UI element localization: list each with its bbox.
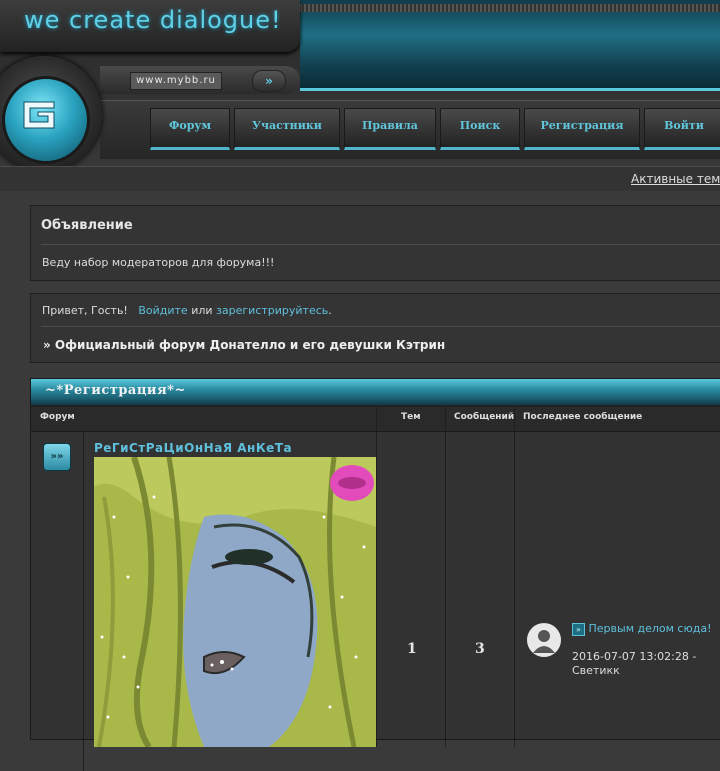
category-header: ~*Регистрация*~ [31, 379, 720, 407]
greeting-panel: Привет, Гость! Войдите или зарегистрируй… [30, 293, 720, 363]
site-url[interactable]: www.mybb.ru [130, 72, 222, 90]
divider [41, 244, 720, 245]
col-topics: Тем [401, 412, 421, 422]
divider [41, 326, 720, 327]
header-base [0, 166, 720, 191]
announcement-title: Объявление [41, 218, 133, 233]
greeting-prefix: Привет, Гость! [42, 304, 128, 317]
last-post-author[interactable]: Светикк [572, 664, 620, 677]
logo-banner: we create dialogue! [0, 0, 300, 52]
forum-image [94, 457, 376, 747]
last-post-date: 2016-07-07 13:02:28 - [572, 650, 697, 663]
nav-search[interactable]: Поиск [440, 108, 520, 150]
posts-count: 3 [475, 641, 485, 657]
active-topics-link[interactable]: Активные темы [631, 172, 720, 186]
greeting-or: или [191, 304, 213, 317]
avatar[interactable] [527, 623, 561, 657]
greeting-line: Привет, Гость! Войдите или зарегистрируй… [42, 304, 332, 317]
divider [376, 407, 377, 747]
col-posts: Сообщений [454, 412, 515, 422]
nav-rules[interactable]: Правила [344, 108, 436, 150]
last-post-link[interactable]: » Первым делом сюда! [572, 622, 720, 636]
login-link[interactable]: Войдите [138, 304, 187, 317]
last-post-icon: » [572, 622, 585, 636]
topics-count: 1 [407, 641, 417, 657]
col-last-post: Последнее сообщение [523, 412, 643, 422]
divider [83, 431, 84, 771]
nav-forum[interactable]: Форум [150, 108, 230, 150]
header-cyan-panel [300, 0, 720, 91]
nav-login[interactable]: Войти [644, 108, 720, 150]
forum-status-icon: »» [43, 443, 71, 471]
site-header: we create dialogue! www.mybb.ru » Форум … [0, 0, 720, 191]
forum-title: » Официальный форум Донателло и его деву… [43, 338, 446, 352]
logo-text: we create dialogue! [24, 6, 282, 34]
col-forum: Форум [40, 412, 75, 422]
mybb-logo-icon [23, 101, 55, 129]
header-stripes [300, 4, 720, 12]
register-link[interactable]: зарегистрируйтесь [216, 304, 328, 317]
nav-register[interactable]: Регистрация [524, 108, 640, 150]
nav-members[interactable]: Участники [234, 108, 340, 150]
last-post-title[interactable]: Первым делом сюда! [589, 622, 712, 635]
divider [514, 407, 515, 747]
category-title[interactable]: ~*Регистрация*~ [45, 383, 186, 398]
announcement-panel: Объявление Веду набор модераторов для фо… [30, 205, 720, 281]
user-silhouette-icon [533, 630, 555, 653]
forum-link[interactable]: РеГиСтРаЦиОнНаЯ АнКеТа [94, 441, 292, 455]
announcement-text: Веду набор модераторов для форума!!! [42, 256, 275, 269]
double-chevron-right-icon[interactable]: » [252, 70, 286, 92]
category-registration: ~*Регистрация*~ Форум Тем Сообщений Посл… [30, 378, 720, 771]
greeting-dot: . [328, 304, 332, 317]
divider [445, 407, 446, 747]
